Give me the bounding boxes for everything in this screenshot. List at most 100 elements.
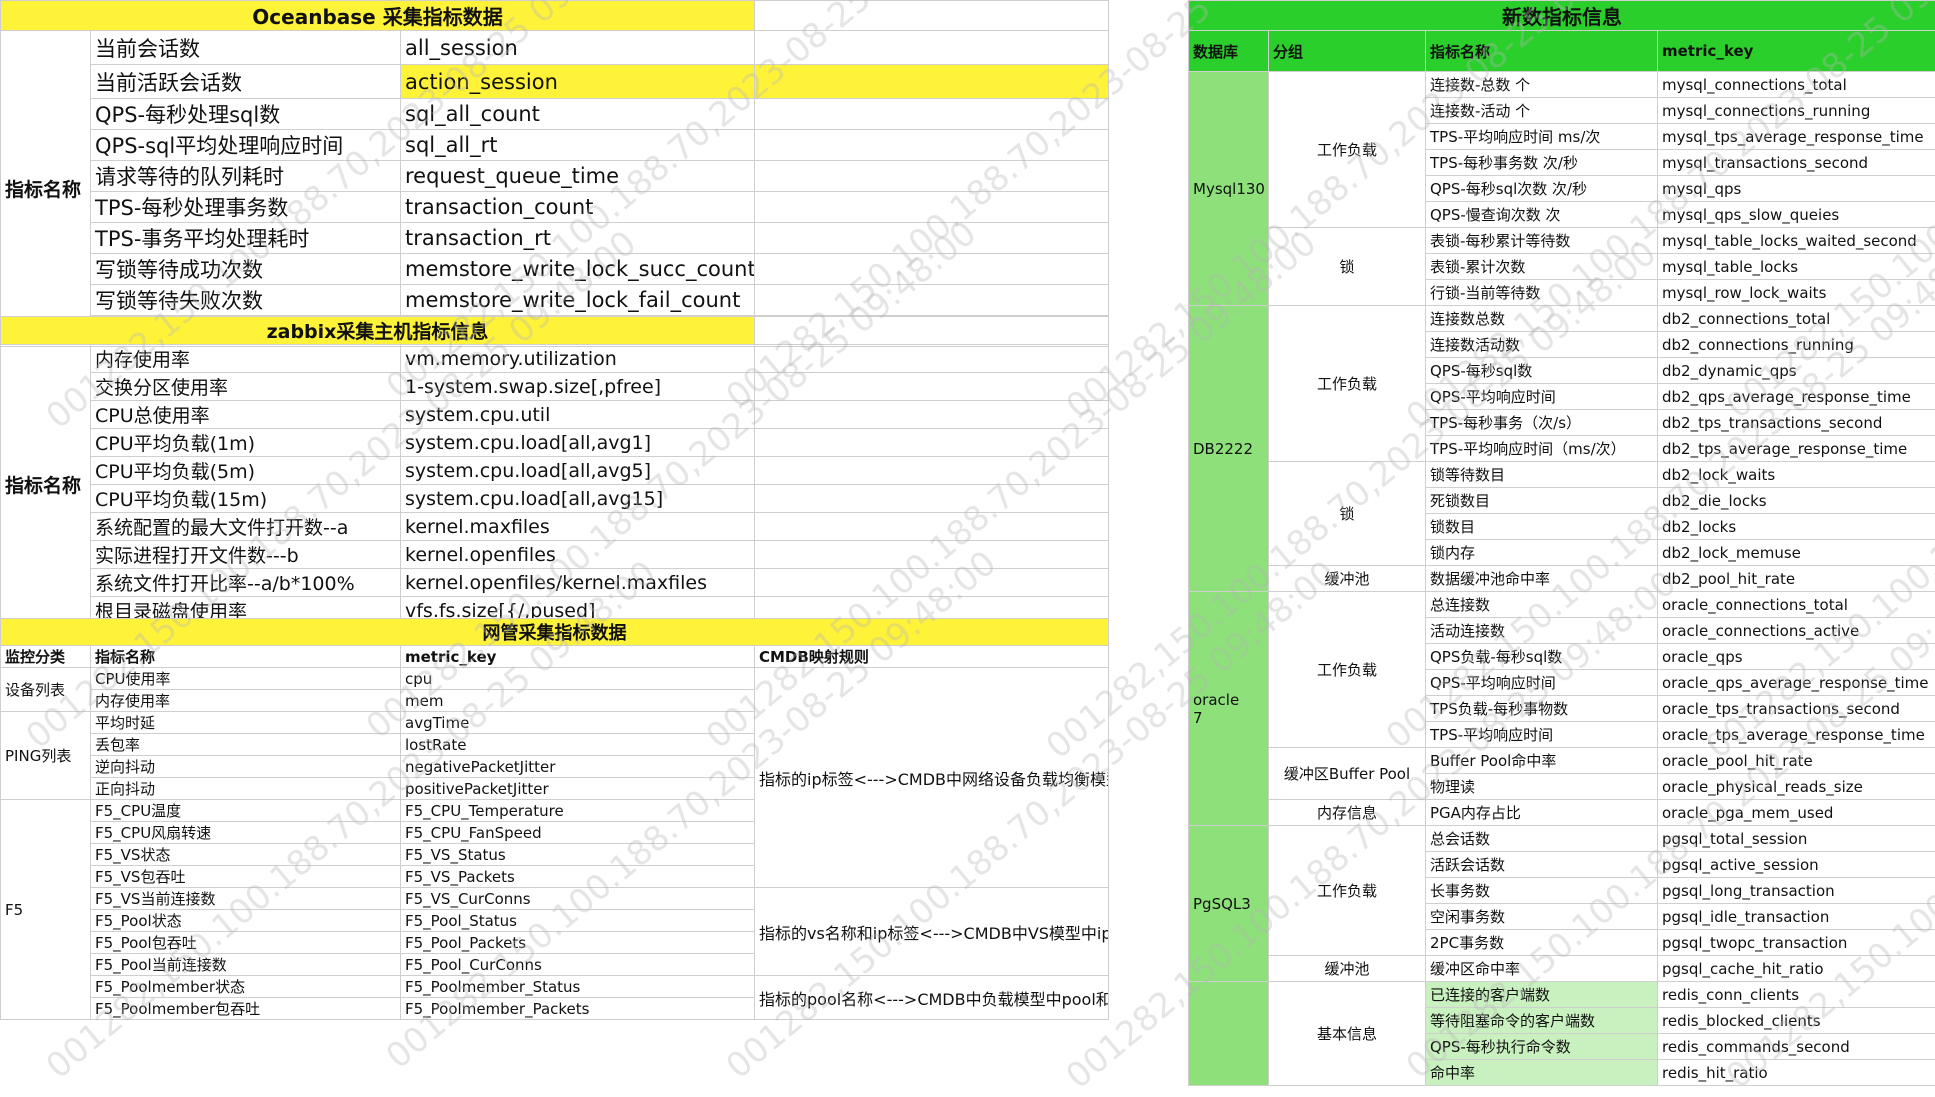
section-title[interactable]: 网管采集指标数据 bbox=[1, 619, 1109, 646]
metric-name[interactable]: 正向抖动 bbox=[91, 778, 401, 800]
metric-name[interactable]: 总会话数 bbox=[1426, 826, 1658, 852]
metric-key[interactable]: system.cpu.util bbox=[401, 401, 755, 429]
section-title[interactable]: Oceanbase 采集指标数据 bbox=[1, 1, 755, 31]
metric-key[interactable]: kernel.openfiles/kernel.maxfiles bbox=[401, 569, 755, 597]
metric-name[interactable]: 死锁数目 bbox=[1426, 488, 1658, 514]
metric-name[interactable]: CPU平均负载(1m) bbox=[91, 429, 401, 457]
blank-cell[interactable] bbox=[755, 1, 1109, 31]
metric-name[interactable]: F5_CPU风扇转速 bbox=[91, 822, 401, 844]
blank-cell[interactable] bbox=[755, 161, 1109, 192]
metric-name[interactable]: QPS-平均响应时间 bbox=[1426, 670, 1658, 696]
blank-cell[interactable] bbox=[755, 457, 1109, 485]
metric-name[interactable]: 活动连接数 bbox=[1426, 618, 1658, 644]
metric-name[interactable]: F5_Pool包吞吐 bbox=[91, 932, 401, 954]
metric-name[interactable]: QPS负载-每秒sql数 bbox=[1426, 644, 1658, 670]
db-name[interactable]: oracle 7 bbox=[1189, 592, 1269, 826]
db-name[interactable] bbox=[1189, 982, 1269, 1086]
metric-name[interactable]: 表锁-每秒累计等待数 bbox=[1426, 228, 1658, 254]
metric-key[interactable]: all_session bbox=[401, 31, 755, 65]
group-name[interactable]: 内存信息 bbox=[1269, 800, 1426, 826]
cmdb-rule[interactable]: 指标的vs名称和ip标签<--->CMDB中VS模型中ip p bbox=[755, 888, 1109, 976]
group-name[interactable]: 缓冲区Buffer Pool bbox=[1269, 748, 1426, 800]
column-header[interactable]: 监控分类 bbox=[1, 646, 91, 668]
group-name[interactable]: 基本信息 bbox=[1269, 982, 1426, 1086]
metric-key[interactable]: system.cpu.load[all,avg1] bbox=[401, 429, 755, 457]
metric-key[interactable]: transaction_count bbox=[401, 192, 755, 223]
blank-cell[interactable] bbox=[755, 130, 1109, 161]
group-name[interactable]: 工作负载 bbox=[1269, 72, 1426, 228]
metric-name[interactable]: 内存使用率 bbox=[91, 690, 401, 712]
blank-cell[interactable] bbox=[755, 99, 1109, 130]
metric-name[interactable]: 丢包率 bbox=[91, 734, 401, 756]
blank-cell[interactable] bbox=[755, 485, 1109, 513]
metric-name[interactable]: 数据缓冲池命中率 bbox=[1426, 566, 1658, 592]
metric-key[interactable]: F5_Pool_Packets bbox=[401, 932, 755, 954]
blank-cell[interactable] bbox=[755, 541, 1109, 569]
column-header[interactable]: 指标名称 bbox=[1426, 31, 1658, 72]
cmdb-rule[interactable]: 指标的ip标签<--->CMDB中网络设备负载均衡模型 bbox=[755, 668, 1109, 888]
metric-name[interactable]: TPS-每秒事务数 次/秒 bbox=[1426, 150, 1658, 176]
metric-key[interactable]: mysql_row_lock_waits bbox=[1658, 280, 1935, 306]
metric-name[interactable]: 系统文件打开比率--a/b*100% bbox=[91, 569, 401, 597]
metric-key[interactable]: db2_lock_waits bbox=[1658, 462, 1935, 488]
metric-key[interactable]: lostRate bbox=[401, 734, 755, 756]
metric-name[interactable]: 逆向抖动 bbox=[91, 756, 401, 778]
column-header[interactable]: CMDB映射规则 bbox=[755, 646, 1109, 668]
metric-key[interactable]: memstore_write_lock_succ_count bbox=[401, 254, 755, 285]
metric-key[interactable]: redis_commands_second bbox=[1658, 1034, 1935, 1060]
db-name[interactable]: Mysql130 bbox=[1189, 72, 1269, 306]
metric-key[interactable]: F5_Pool_Status bbox=[401, 910, 755, 932]
metric-name[interactable]: 缓冲区命中率 bbox=[1426, 956, 1658, 982]
metric-name[interactable]: 空闲事务数 bbox=[1426, 904, 1658, 930]
metric-key[interactable]: oracle_tps_transactions_second bbox=[1658, 696, 1935, 722]
metric-name[interactable]: 锁等待数目 bbox=[1426, 462, 1658, 488]
metric-name[interactable]: 系统配置的最大文件打开数--a bbox=[91, 513, 401, 541]
metric-key[interactable]: pgsql_active_session bbox=[1658, 852, 1935, 878]
blank-cell[interactable] bbox=[755, 65, 1109, 99]
blank-cell[interactable] bbox=[755, 373, 1109, 401]
metric-key[interactable]: db2_lock_memuse bbox=[1658, 540, 1935, 566]
metric-name[interactable]: TPS-平均响应时间（ms/次） bbox=[1426, 436, 1658, 462]
metric-name[interactable]: QPS-每秒sql次数 次/秒 bbox=[1426, 176, 1658, 202]
category-label[interactable]: F5 bbox=[1, 800, 91, 1020]
metric-name[interactable]: TPS负载-每秒事物数 bbox=[1426, 696, 1658, 722]
metric-name[interactable]: QPS-慢查询次数 次 bbox=[1426, 202, 1658, 228]
metric-name[interactable]: 内存使用率 bbox=[91, 345, 401, 373]
metric-key[interactable]: pgsql_twopc_transaction bbox=[1658, 930, 1935, 956]
metric-name[interactable]: 请求等待的队列耗时 bbox=[91, 161, 401, 192]
group-name[interactable]: 工作负载 bbox=[1269, 306, 1426, 462]
metric-key[interactable]: mysql_qps_slow_queies bbox=[1658, 202, 1935, 228]
metric-key[interactable]: sql_all_rt bbox=[401, 130, 755, 161]
group-name[interactable]: 锁 bbox=[1269, 228, 1426, 306]
column-header[interactable]: metric_key bbox=[1658, 31, 1935, 72]
metric-name[interactable]: F5_Poolmember状态 bbox=[91, 976, 401, 998]
metric-key[interactable]: positivePacketJitter bbox=[401, 778, 755, 800]
metric-key[interactable]: transaction_rt bbox=[401, 223, 755, 254]
metric-key[interactable]: kernel.openfiles bbox=[401, 541, 755, 569]
metric-key[interactable]: oracle_qps_average_response_time bbox=[1658, 670, 1935, 696]
category-label[interactable]: 设备列表 bbox=[1, 668, 91, 712]
group-name[interactable]: 缓冲池 bbox=[1269, 956, 1426, 982]
metric-key[interactable]: kernel.maxfiles bbox=[401, 513, 755, 541]
blank-cell[interactable] bbox=[755, 317, 1109, 345]
metric-name[interactable]: 当前会话数 bbox=[91, 31, 401, 65]
metric-name[interactable]: CPU使用率 bbox=[91, 668, 401, 690]
column-header[interactable]: 数据库 bbox=[1189, 31, 1269, 72]
metric-key[interactable]: vm.memory.utilization bbox=[401, 345, 755, 373]
metric-key[interactable]: oracle_connections_total bbox=[1658, 592, 1935, 618]
metric-key[interactable]: F5_VS_Status bbox=[401, 844, 755, 866]
metric-name[interactable]: QPS-平均响应时间 bbox=[1426, 384, 1658, 410]
cmdb-rule[interactable]: 指标的pool名称<--->CMDB中负载模型中pool和i bbox=[755, 976, 1109, 1020]
metric-key[interactable]: mysql_connections_total bbox=[1658, 72, 1935, 98]
metric-key[interactable]: db2_dynamic_qps bbox=[1658, 358, 1935, 384]
metric-name[interactable]: Buffer Pool命中率 bbox=[1426, 748, 1658, 774]
metric-key[interactable]: F5_Poolmember_Status bbox=[401, 976, 755, 998]
metric-name[interactable]: 物理读 bbox=[1426, 774, 1658, 800]
metric-name[interactable]: F5_Pool当前连接数 bbox=[91, 954, 401, 976]
section-title[interactable]: zabbix采集主机指标信息 bbox=[1, 317, 755, 345]
metric-key[interactable]: oracle_physical_reads_size bbox=[1658, 774, 1935, 800]
metric-name[interactable]: F5_Pool状态 bbox=[91, 910, 401, 932]
metric-key[interactable]: mysql_table_locks_waited_second bbox=[1658, 228, 1935, 254]
metric-key[interactable]: sql_all_count bbox=[401, 99, 755, 130]
metric-name[interactable]: 连接数-总数 个 bbox=[1426, 72, 1658, 98]
